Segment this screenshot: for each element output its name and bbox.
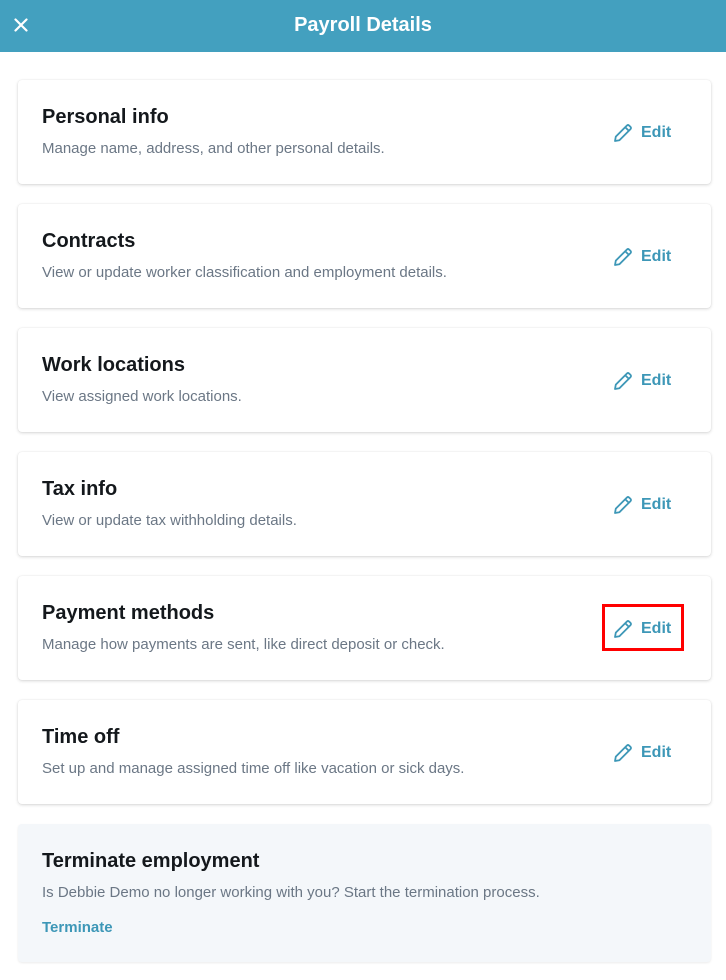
page-title: Payroll Details: [294, 13, 432, 36]
section-title: Personal info: [42, 106, 169, 128]
close-button[interactable]: [11, 14, 31, 36]
edit-label: Edit: [641, 496, 672, 513]
edit-label: Edit: [641, 744, 672, 761]
terminate-employment-card: Terminate employment Is Debbie Demo no l…: [18, 824, 711, 962]
section-description: View assigned work locations.: [42, 388, 242, 405]
section-description: Manage name, address, and other personal…: [42, 140, 385, 157]
edit-label: Edit: [641, 124, 672, 141]
section-title: Payment methods: [42, 602, 215, 624]
section-card-tax-info: Tax info View or update tax withholding …: [18, 452, 711, 556]
pencil-icon: [614, 372, 632, 390]
top-bar: Payroll Details: [0, 0, 726, 52]
edit-label: Edit: [641, 372, 672, 389]
section-title: Time off: [42, 726, 120, 748]
section-title: Terminate employment: [42, 850, 260, 872]
edit-tax-info-button[interactable]: Edit: [612, 492, 676, 518]
section-description: Set up and manage assigned time off like…: [42, 760, 465, 777]
pencil-icon: [614, 620, 632, 638]
terminate-link[interactable]: Terminate: [42, 919, 113, 936]
section-title: Work locations: [42, 354, 185, 376]
edit-label: Edit: [641, 620, 672, 637]
edit-personal-info-button[interactable]: Edit: [612, 120, 676, 146]
section-card-payment-methods: Payment methods Manage how payments are …: [18, 576, 711, 680]
edit-contracts-button[interactable]: Edit: [612, 244, 676, 270]
section-title: Tax info: [42, 478, 118, 500]
section-card-work-locations: Work locations View assigned work locati…: [18, 328, 711, 432]
edit-payment-methods-button[interactable]: Edit: [612, 616, 676, 642]
section-description: Is Debbie Demo no longer working with yo…: [42, 884, 540, 901]
pencil-icon: [614, 744, 632, 762]
close-icon: [14, 18, 28, 32]
edit-label: Edit: [641, 248, 672, 265]
section-card-personal-info: Personal info Manage name, address, and …: [18, 80, 711, 184]
section-description: View or update worker classification and…: [42, 264, 447, 281]
section-description: Manage how payments are sent, like direc…: [42, 636, 445, 653]
section-description: View or update tax withholding details.: [42, 512, 297, 529]
edit-time-off-button[interactable]: Edit: [612, 740, 676, 766]
section-card-contracts: Contracts View or update worker classifi…: [18, 204, 711, 308]
pencil-icon: [614, 124, 632, 142]
section-card-time-off: Time off Set up and manage assigned time…: [18, 700, 711, 804]
pencil-icon: [614, 248, 632, 266]
section-title: Contracts: [42, 230, 136, 252]
pencil-icon: [614, 496, 632, 514]
edit-work-locations-button[interactable]: Edit: [612, 368, 676, 394]
